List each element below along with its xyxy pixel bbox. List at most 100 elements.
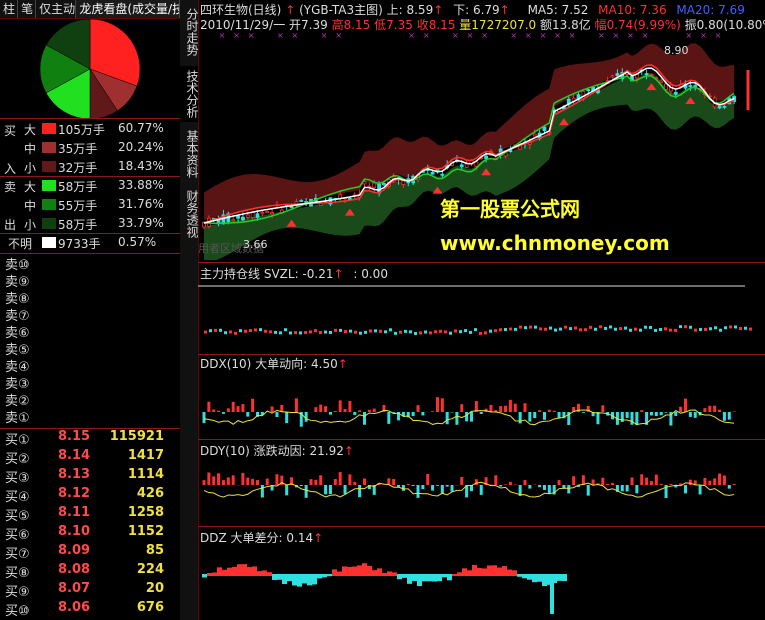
panel2-chart[interactable] — [198, 370, 765, 440]
indicator-bar — [217, 410, 221, 412]
tab-financial[interactable]: 财务透视 — [180, 186, 199, 242]
ddz-segment — [282, 574, 287, 585]
ask-row[interactable]: 卖① — [0, 407, 180, 426]
svzl-mark — [429, 331, 432, 335]
indicator-bar — [353, 412, 357, 415]
svzl-mark — [279, 331, 282, 335]
candle-body — [382, 183, 386, 185]
indicator-bar — [212, 476, 216, 485]
indicator-bar — [226, 408, 230, 412]
bid-row[interactable]: 买⑨ 8.07 20 — [0, 581, 180, 600]
svzl-mark — [289, 331, 292, 335]
tab-active-only[interactable]: 仅主动 — [36, 0, 77, 18]
candle-body — [673, 91, 678, 95]
ddz-segment — [277, 574, 282, 580]
flow-amount: 55万手 — [58, 199, 98, 213]
bid-row[interactable]: 买② 8.14 1417 — [0, 448, 180, 467]
indicator-bar — [635, 485, 639, 494]
ddz-segment — [327, 574, 332, 577]
kline-chart[interactable]: × × × × × × × × × × × × × × × × × × × × × × × × — [198, 30, 765, 260]
tab-technical[interactable]: 技术分析 — [180, 66, 199, 122]
svzl-mark — [504, 328, 507, 332]
tab-intraday[interactable]: 分时走势 — [180, 2, 199, 62]
indicator-bar — [440, 398, 444, 412]
svzl-mark — [584, 328, 587, 332]
indicator-bar — [314, 479, 318, 485]
svzl-mark — [354, 330, 357, 334]
bid-row[interactable]: 买⑦ 8.09 85 — [0, 543, 180, 562]
tab-bar-chart[interactable]: 柱 — [0, 0, 19, 18]
ddz-segment — [447, 574, 452, 581]
flow-size: 小 — [24, 161, 37, 175]
indicator-bar — [251, 398, 255, 412]
lower-band: 下: 6.79 — [453, 3, 500, 17]
ask-row[interactable]: 卖⑥ — [0, 322, 180, 341]
svzl-mark — [509, 327, 512, 331]
ask-row[interactable]: 卖② — [0, 390, 180, 409]
bid-row[interactable]: 买⑩ 8.06 676 — [0, 600, 180, 619]
svzl-mark — [469, 330, 472, 334]
ddz-segment — [477, 568, 482, 576]
ask-row[interactable]: 卖⑩ — [0, 254, 180, 273]
svzl-mark — [399, 330, 402, 334]
indicator-bar — [708, 405, 712, 412]
svzl-mark — [544, 327, 547, 331]
color-swatch — [42, 218, 56, 229]
ask-row[interactable]: 卖⑧ — [0, 288, 180, 307]
indicator-bar — [698, 485, 702, 495]
indicator-bar — [547, 485, 551, 494]
ask-row[interactable]: 卖③ — [0, 373, 180, 392]
bid-row[interactable]: 买⑥ 8.10 1152 — [0, 524, 180, 543]
tab-dragon-tiger[interactable]: 龙虎看盘(成交量/技 — [76, 0, 180, 18]
indicator-bar — [221, 480, 225, 485]
indicator-bar — [460, 477, 464, 485]
svzl-mark — [599, 325, 602, 329]
indicator-bar — [528, 485, 532, 489]
ask-row[interactable]: 卖⑨ — [0, 271, 180, 290]
indicator-bar — [649, 412, 653, 416]
candle-body — [717, 105, 722, 109]
bid-volume: 1152 — [127, 524, 164, 539]
flow-size: 大 — [24, 180, 37, 194]
bid-row[interactable]: 买① 8.15 115921 — [0, 429, 180, 448]
bid-row[interactable]: 买⑤ 8.11 1258 — [0, 505, 180, 524]
header-line-1: 四环生物(日线) ↑ (YGB-TA3主图) 上: 8.59↑ 下: 6.79↑… — [200, 3, 745, 17]
indicator-bar — [606, 483, 610, 485]
flow-amount: 58万手 — [58, 180, 98, 194]
signal-marker: × — [233, 31, 240, 40]
svzl-mark — [744, 326, 747, 330]
bid-row[interactable]: 买④ 8.12 426 — [0, 486, 180, 505]
panel3-title: DDY(10) — [200, 444, 250, 458]
ddz-segment — [207, 572, 212, 576]
svzl-mark — [449, 331, 452, 335]
indicator-bar — [508, 481, 512, 485]
indicator-bar — [333, 479, 337, 485]
upper-band: 上: 8.59 — [386, 3, 434, 17]
ask-row[interactable]: 卖⑦ — [0, 305, 180, 324]
ask-row[interactable]: 卖④ — [0, 356, 180, 375]
panel4-chart[interactable] — [198, 544, 765, 620]
left-panel: 柱 笔 仅主动 龙虎看盘(成交量/技 买 入 卖 出 大 105万手 60.77… — [0, 0, 181, 620]
indicator-bar — [567, 485, 571, 494]
tab-tick[interactable]: 笔 — [18, 0, 37, 18]
bid-row[interactable]: 买⑧ 8.08 224 — [0, 562, 180, 581]
tab-basic-info[interactable]: 基本资料 — [180, 126, 199, 182]
indicator-bar — [688, 412, 692, 417]
ddz-segment — [557, 574, 562, 581]
ddz-segment — [352, 566, 357, 576]
indicator-bar — [727, 412, 731, 420]
svzl-mark — [499, 328, 502, 332]
bid-price: 8.15 — [58, 429, 91, 444]
panel2-header: DDX(10) 大单动向: 4.50↑ — [200, 357, 348, 371]
indicator-bar — [479, 485, 483, 495]
indicator-bar — [285, 412, 289, 424]
signal-marker: × — [423, 31, 430, 40]
ddz-segment — [342, 566, 347, 576]
panel1-chart[interactable] — [198, 280, 765, 355]
bid-row[interactable]: 买③ 8.13 1114 — [0, 467, 180, 486]
indicator-bar — [674, 412, 678, 416]
panel3-chart[interactable] — [198, 457, 765, 527]
ask-row[interactable]: 卖⑤ — [0, 339, 180, 358]
svzl-mark — [644, 325, 647, 329]
indicator-line — [203, 409, 735, 426]
